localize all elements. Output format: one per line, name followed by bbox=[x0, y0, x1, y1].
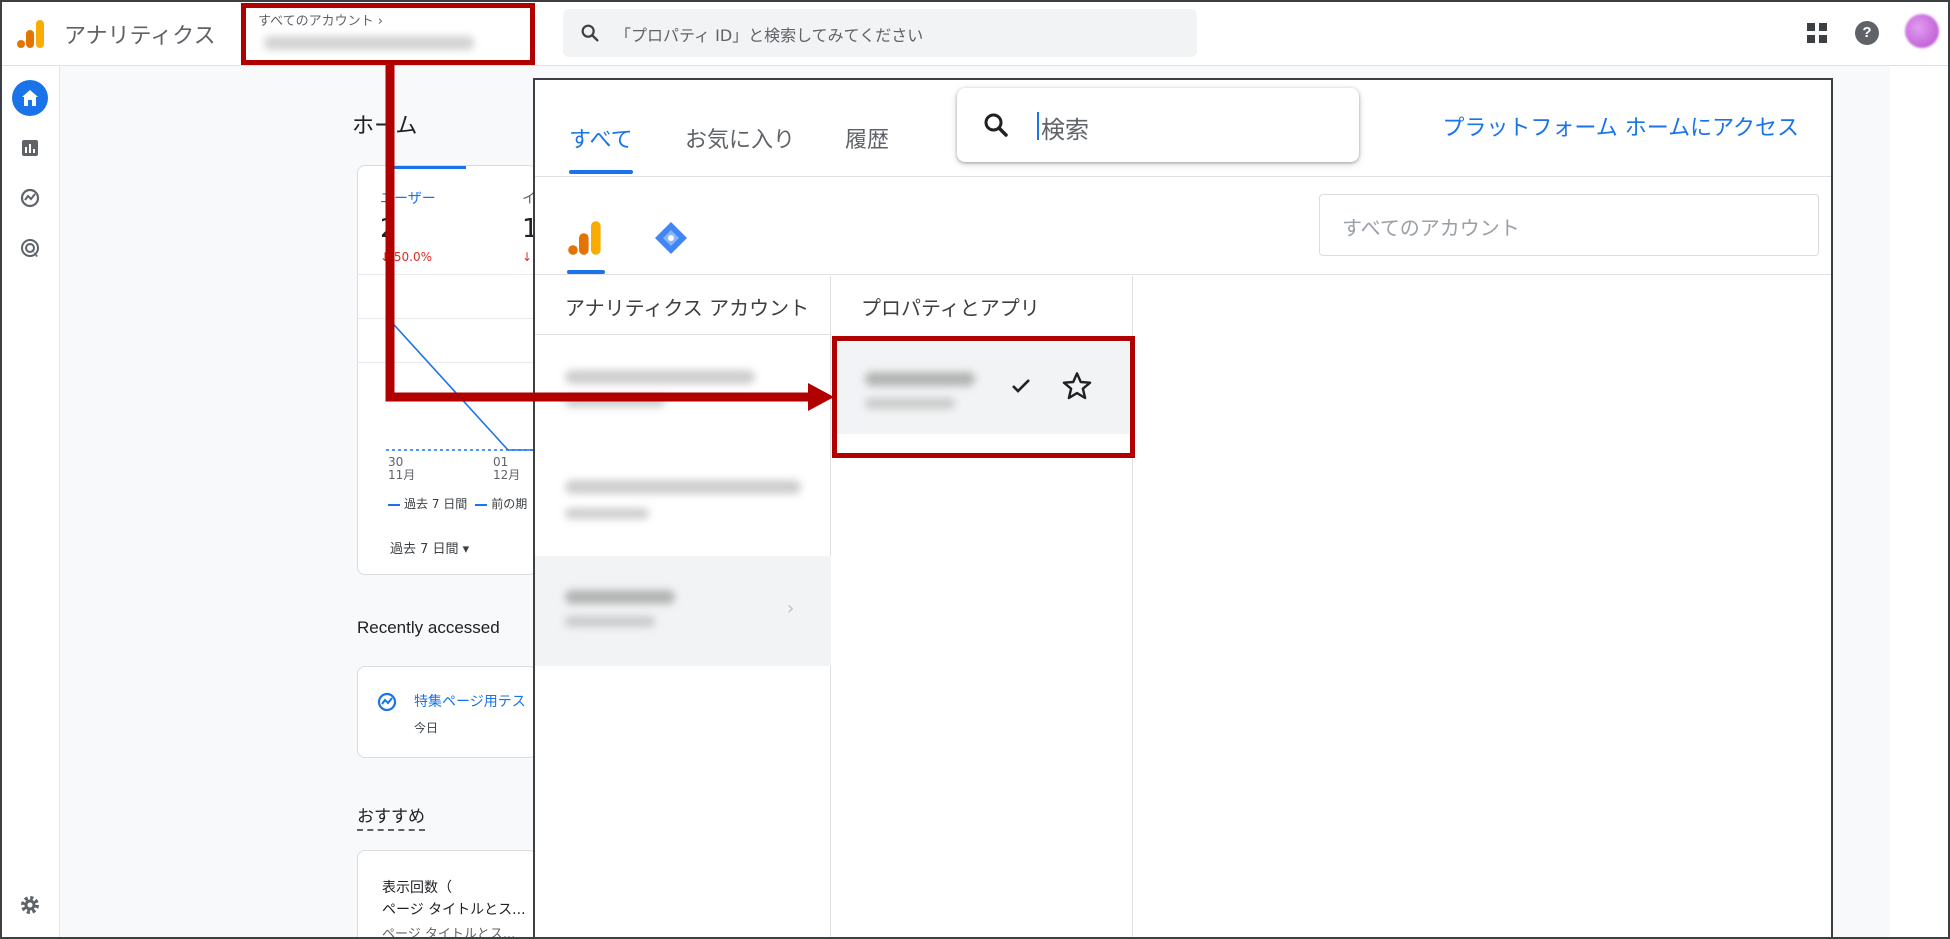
account-filter-input[interactable]: すべてのアカウント bbox=[1319, 194, 1819, 256]
active-tab-indicator bbox=[569, 170, 633, 174]
metric-label[interactable]: ユーザー bbox=[380, 188, 436, 208]
x-tick-label: 30 11月 bbox=[388, 455, 416, 482]
picker-search-placeholder: 検索 bbox=[1041, 116, 1089, 144]
help-icon[interactable]: ? bbox=[1855, 21, 1879, 45]
account-name-redacted bbox=[565, 370, 755, 384]
gear-icon[interactable] bbox=[18, 893, 42, 917]
recommendation-subtitle: ページ タイトルとス... bbox=[382, 902, 526, 918]
account-filter-placeholder: すべてのアカウント bbox=[1342, 216, 1520, 240]
app-title: アナリティクス bbox=[64, 24, 216, 49]
tab-favorites[interactable]: お気に入り bbox=[685, 122, 795, 154]
text-cursor bbox=[1037, 112, 1039, 140]
accounts-column-header: アナリティクス アカウント bbox=[565, 296, 810, 320]
left-nav-rail bbox=[0, 66, 60, 939]
recommendation-detail: ページ タイトルとス... bbox=[382, 927, 516, 939]
account-name-redacted bbox=[264, 36, 474, 50]
avatar[interactable] bbox=[1905, 14, 1939, 48]
analytics-logo-icon[interactable] bbox=[567, 218, 603, 258]
x-tick-label: 01 12月 bbox=[493, 455, 521, 482]
property-row-selected[interactable] bbox=[835, 342, 1129, 434]
nav-reports[interactable] bbox=[12, 130, 48, 166]
accounts-column: アナリティクス アカウント › bbox=[535, 276, 831, 939]
tag-manager-icon[interactable] bbox=[653, 220, 689, 256]
divider bbox=[535, 334, 830, 335]
account-id-redacted bbox=[565, 616, 655, 627]
recent-item-date: 今日 bbox=[414, 721, 439, 735]
recently-accessed-heading: Recently accessed bbox=[357, 618, 500, 637]
metric-change: ↓ 50.0% bbox=[380, 250, 432, 264]
advertising-icon bbox=[21, 239, 39, 257]
divider bbox=[358, 274, 536, 275]
platform-home-link[interactable]: プラットフォーム ホームにアクセス bbox=[1442, 110, 1799, 142]
nav-advertising[interactable] bbox=[12, 230, 48, 266]
apps-grid-icon[interactable] bbox=[1806, 22, 1828, 44]
property-id-redacted bbox=[865, 398, 955, 409]
account-name-redacted bbox=[565, 590, 675, 604]
recommendation-card[interactable]: 表示回数（ ページ タイトルとス... ページ タイトルとス... bbox=[357, 850, 537, 939]
global-search-bar[interactable]: 「プロパティ ID」と検索してみてください bbox=[563, 9, 1197, 57]
account-picker-button[interactable]: すべてのアカウント › bbox=[252, 8, 522, 60]
explore-icon bbox=[20, 188, 40, 208]
account-picker-panel: すべて お気に入り 履歴 検索 プラットフォーム ホームにアクセス すべてのアカ… bbox=[533, 78, 1833, 939]
recommendation-title: 表示回数（ bbox=[382, 880, 452, 896]
metric-tab-indicator bbox=[388, 166, 466, 169]
account-row[interactable] bbox=[535, 336, 831, 446]
date-range-dropdown[interactable]: 過去 7 日間 ▾ bbox=[390, 538, 469, 557]
search-icon bbox=[581, 24, 599, 42]
top-app-bar: アナリティクス すべてのアカウント › 「プロパティ ID」と検索してみてくださ… bbox=[0, 0, 1950, 66]
account-picker-label: すべてのアカウント › bbox=[258, 14, 383, 29]
metric-value: 2 bbox=[380, 214, 397, 244]
account-id-redacted bbox=[565, 508, 649, 519]
property-name-redacted bbox=[865, 372, 975, 386]
properties-column-header: プロパティとアプリ bbox=[861, 296, 1040, 320]
recommendations-heading: おすすめ bbox=[357, 802, 425, 831]
tab-all[interactable]: すべて bbox=[569, 122, 633, 154]
reports-icon bbox=[22, 140, 38, 156]
recent-item-name[interactable]: 特集ページ用テス bbox=[414, 691, 526, 711]
account-name-redacted bbox=[565, 480, 801, 494]
overview-card: ユーザー 2 ↓ 50.0% イ 1 ↓ 30 11月 01 12月 過去 7 日間… bbox=[357, 165, 537, 575]
search-icon bbox=[984, 113, 1008, 137]
account-row[interactable] bbox=[535, 446, 831, 556]
recent-item-card[interactable]: 特集ページ用テス 今日 bbox=[357, 666, 537, 758]
chart-legend: 過去 7 日間 前の期 bbox=[388, 495, 527, 512]
page-title: ホーム bbox=[352, 114, 418, 139]
account-row-selected[interactable]: › bbox=[535, 556, 831, 666]
current-period-line bbox=[385, 316, 509, 451]
metric-change: ↓ bbox=[522, 250, 533, 264]
nav-home[interactable] bbox=[12, 80, 48, 116]
chevron-right-icon: › bbox=[787, 598, 795, 619]
account-id-redacted bbox=[565, 396, 665, 407]
home-icon bbox=[22, 90, 38, 106]
search-placeholder: 「プロパティ ID」と検索してみてください bbox=[615, 26, 924, 45]
properties-column: プロパティとアプリ bbox=[831, 276, 1133, 939]
star-outline-icon[interactable] bbox=[1061, 370, 1093, 402]
trend-chart bbox=[385, 316, 536, 451]
divider bbox=[535, 176, 1831, 177]
check-icon bbox=[1012, 379, 1030, 393]
nav-explore[interactable] bbox=[12, 180, 48, 216]
divider bbox=[535, 274, 1831, 275]
picker-search-input[interactable]: 検索 bbox=[957, 88, 1359, 162]
explore-icon bbox=[377, 692, 397, 712]
tab-history[interactable]: 履歴 bbox=[845, 122, 889, 154]
analytics-logo-icon[interactable] bbox=[16, 18, 46, 50]
